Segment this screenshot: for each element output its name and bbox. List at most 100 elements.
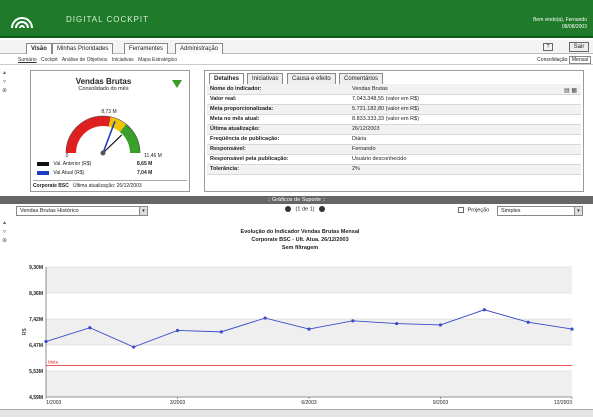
next-page-icon[interactable] [319, 206, 326, 212]
details-table: Nome do indicador: Vendas Brutas Valor rea… [207, 84, 581, 175]
details-row: Valor real: 7.043.348,55 (valor em R$) [207, 94, 581, 105]
chart-band [46, 319, 572, 345]
subnav-sumario[interactable]: Sumário [18, 57, 37, 63]
chevron-down-icon[interactable]: ▾ [574, 207, 582, 215]
details-key: Meta no mês atual: [207, 114, 349, 125]
series-point [351, 319, 355, 323]
details-row: Responsável: Fernando [207, 144, 581, 155]
footer-bsc: Corporate BSC [33, 183, 69, 189]
filter-icon[interactable]: ▿ [1, 79, 8, 85]
details-key: Freqüência de publicação: [207, 134, 349, 145]
details-value: Fernando [349, 144, 581, 155]
tab-comentarios[interactable]: Comentários [339, 73, 384, 84]
support-charts-bar[interactable]: :: Gráficos de Suporte :: [0, 196, 593, 204]
sub-navigation: Sumário Cockpit Análise de Objetivos Ini… [0, 55, 593, 65]
collapse-chart-icon[interactable]: ▴ [1, 220, 8, 226]
y-tick-label: 5,53M [29, 369, 43, 375]
y-tick-label: 7,42M [29, 317, 43, 323]
tab-detalhes[interactable]: Detalhes [209, 73, 245, 84]
gauge-chart: 0 11,46 M 8,73 M [66, 109, 162, 159]
chart-filter-icon[interactable]: ▿ [1, 229, 8, 235]
projection-toggle[interactable]: Projeção [458, 207, 489, 213]
side-toolbar-bottom: ▴ ▿ ⊕ [1, 220, 10, 247]
details-row: Meta proporcionalizada: 5.731.182,80 (val… [207, 104, 581, 115]
chevron-down-icon[interactable]: ▾ [139, 207, 147, 215]
legend-current: Val.Atual (R$) 7,04 M [37, 170, 152, 176]
legend-previous-swatch [37, 161, 49, 166]
help-button[interactable]: ? [543, 43, 553, 51]
welcome-text: Bem vindo(a), Fernando 08/08/2003 [533, 17, 587, 31]
details-panel: Detalhes Iniciativas Causa e efeito Come… [204, 70, 584, 192]
chart-band [46, 293, 572, 319]
subnav-cockpit[interactable]: Cockpit [41, 57, 58, 63]
details-key: Tolerância: [207, 164, 349, 175]
projection-checkbox[interactable] [458, 207, 464, 213]
subnav-mapa-estrategico[interactable]: Mapa Estratégico [138, 57, 177, 63]
details-key: Nome do indicador: [207, 84, 349, 95]
tab-causa-efeito[interactable]: Causa e efeito [287, 73, 336, 84]
details-key: Última atualização: [207, 124, 349, 135]
details-row: Responsável pela publicação: Usuário desc… [207, 154, 581, 165]
series-point [88, 326, 92, 330]
y-tick-label: 8,36M [29, 291, 43, 297]
tab-ferramentes[interactable]: Ferramentes [124, 43, 169, 54]
gauge-subtitle: Consolidado do mês [78, 86, 129, 92]
zoom-icon[interactable]: ⊕ [1, 88, 8, 94]
subnav-iniciativas[interactable]: Iniciativas [112, 57, 134, 63]
tab-minhas-prioridades[interactable]: Minhas Prioridades [52, 43, 114, 54]
chart-pager: (1 de 1) [282, 206, 328, 212]
details-value: 7.043.348,55 (valor em R$) [349, 94, 581, 105]
series-point [175, 328, 180, 333]
series-point [307, 327, 311, 331]
x-tick-label: 1/2003 [46, 400, 62, 405]
logout-button[interactable]: Sair [569, 42, 589, 52]
chart-subtitle: Corporate BSC - Ult. Atua. 26/12/2003 [251, 237, 349, 243]
tab-visao[interactable]: Visão [26, 43, 52, 54]
print-icon[interactable]: ▤ [564, 88, 570, 94]
details-row: Freqüência de publicação: Diária [207, 134, 581, 145]
details-key: Responsável: [207, 144, 349, 155]
subnav-analise-objetivos[interactable]: Análise de Objetivos [62, 57, 108, 63]
details-value: 2% [349, 164, 581, 175]
legend-previous: Val. Anterior (R$) 8,65 M [37, 161, 152, 167]
collapse-icon[interactable]: ▴ [1, 70, 8, 76]
tab-administracao[interactable]: Administração [175, 43, 224, 54]
legend-current-label: Val.Atual (R$) [53, 170, 85, 176]
legend-previous-value: 8,65 M [137, 161, 153, 167]
details-value: Diária [349, 134, 581, 145]
chart-select[interactable]: Vendas Brutas Histórico ▾ [16, 206, 148, 216]
export-icon[interactable]: ▦ [571, 88, 577, 94]
x-tick-label: 9/2003 [433, 400, 449, 405]
gauge-min-label: 0 [66, 153, 69, 159]
chart-type-select[interactable]: Simples ▾ [497, 206, 583, 216]
chart-select-value: Vendas Brutas Histórico [20, 208, 79, 214]
header-date: 08/08/2003 [561, 24, 587, 30]
details-value: 5.731.182,80 (valor em R$) [349, 104, 581, 115]
details-key: Valor real: [207, 94, 349, 105]
app-header: DIGITAL COCKPIT Bem vindo(a), Fernando 0… [0, 0, 593, 38]
prev-page-icon[interactable] [285, 206, 291, 212]
tab-iniciativas[interactable]: Iniciativas [247, 73, 284, 84]
chart-zoom-icon[interactable]: ⊕ [1, 238, 8, 244]
gauge-hub [100, 150, 106, 156]
gauge-zone-1 [108, 116, 127, 133]
gauge-zone-0 [66, 116, 111, 154]
legend-current-swatch [37, 170, 49, 175]
chart-band [46, 371, 572, 397]
series-point [482, 308, 486, 312]
chart-band [46, 267, 572, 293]
consolidation-select[interactable]: Mensal [568, 56, 591, 64]
logo-icon [11, 17, 33, 29]
details-value: Usuário desconhecido [349, 154, 581, 165]
details-key: Meta proporcionalizada: [207, 104, 349, 115]
trend-down-icon [172, 80, 182, 88]
y-axis-label: R$ [22, 328, 28, 335]
y-tick-label: 6,47M [29, 343, 43, 349]
details-key: Responsável pela publicação: [207, 154, 349, 165]
series-point [570, 327, 574, 331]
target-label: Meta [48, 360, 59, 365]
chart-title-block: Evolução do Indicador Vendas Brutas Mens… [170, 228, 430, 252]
details-row: Tolerância: 2% [207, 164, 581, 175]
y-tick-label: 9,30M [29, 265, 43, 271]
side-toolbar-top: ▴ ▿ ⊕ [1, 70, 10, 97]
